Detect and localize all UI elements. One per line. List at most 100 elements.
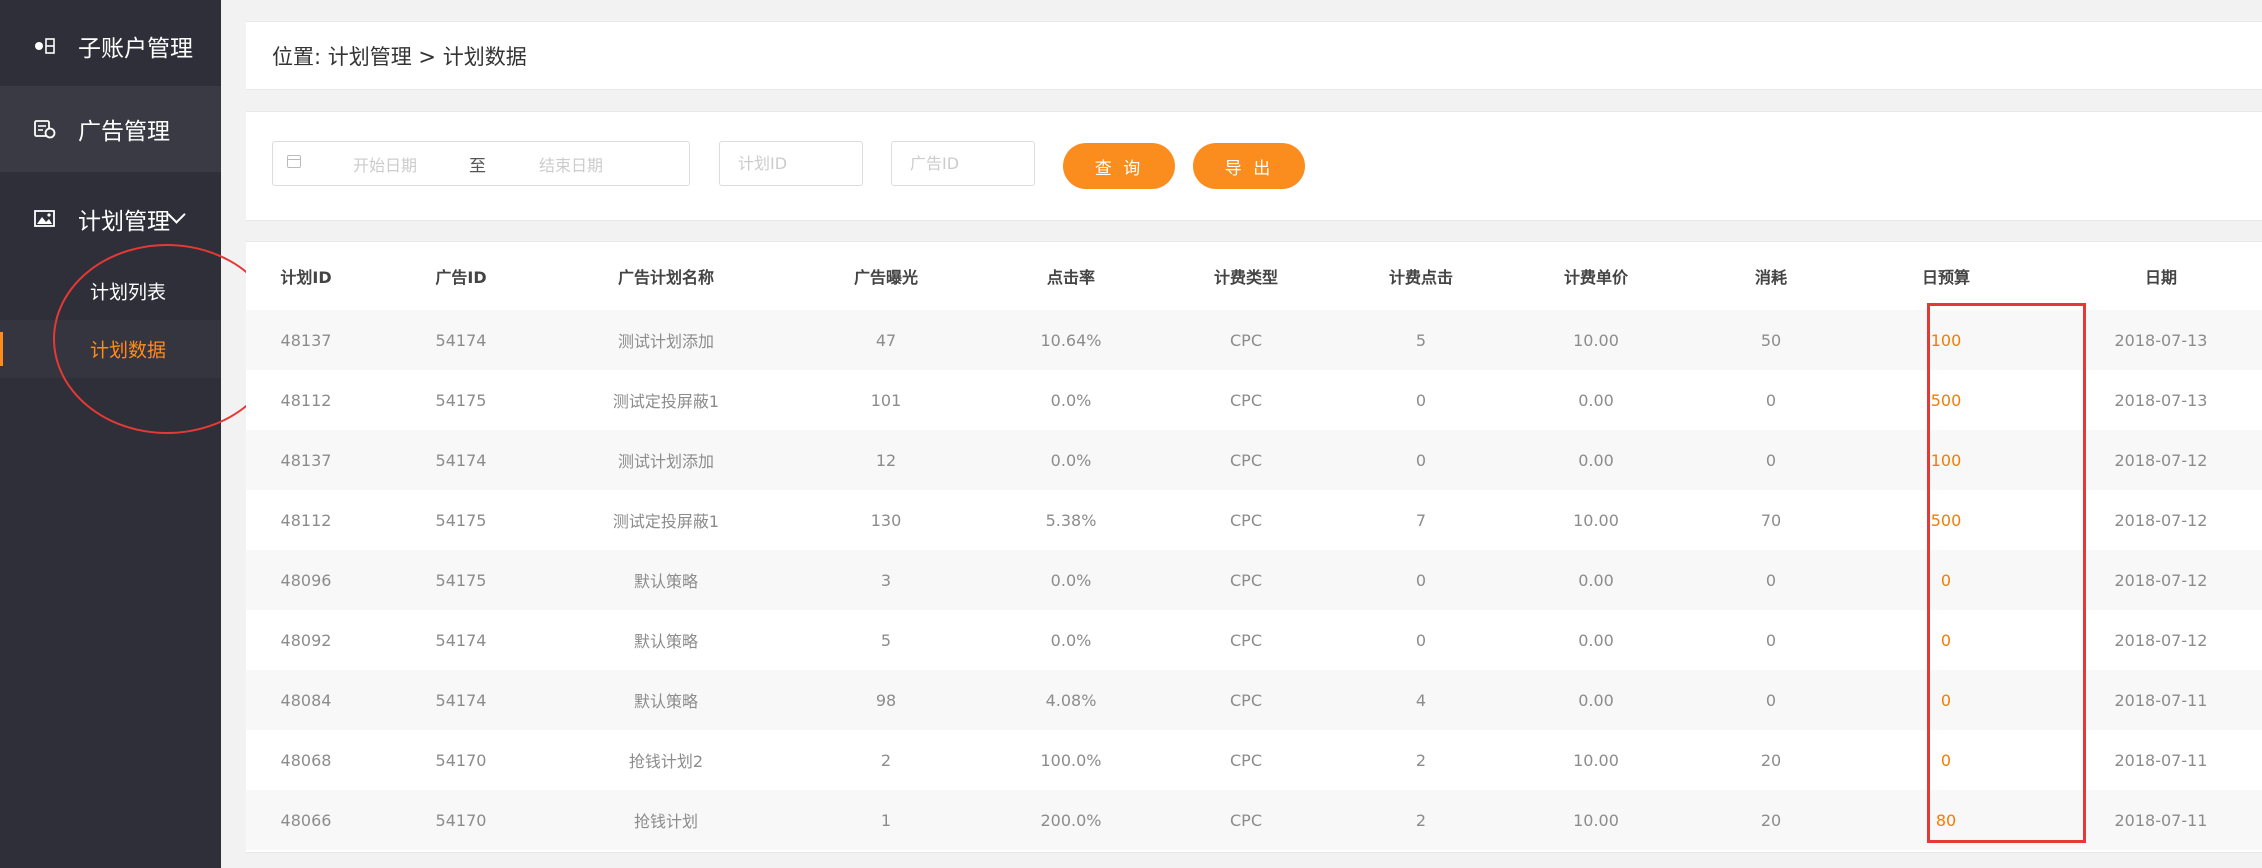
table-cell: 0.00 xyxy=(1578,690,1614,710)
sidebar-item-label: 子账户管理 xyxy=(78,36,193,62)
table-cell: 抢钱计划 xyxy=(633,812,698,831)
table-cell: 2018-07-11 xyxy=(2114,750,2208,770)
table-cell: 500 xyxy=(1930,510,1962,530)
column-header: 计费类型 xyxy=(1213,268,1278,287)
table-cell: 54170 xyxy=(435,810,487,830)
table-cell: 48137 xyxy=(280,450,332,470)
table-cell: 100.0% xyxy=(1040,750,1102,770)
data-table-panel: 计划ID 广告ID 广告计划名称 广告曝光 点击率 计费类型 计费点击 计费单价 消耗 日预算 日期… xyxy=(246,241,2262,853)
table-cell: 48112 xyxy=(280,390,332,410)
table-cell: 0 xyxy=(1415,450,1427,470)
sidebar-subitem-label: 计划列表 xyxy=(90,281,167,304)
table-cell: 0.0% xyxy=(1050,630,1092,650)
table-cell: 54175 xyxy=(435,570,487,590)
start-date-input[interactable]: 开始日期 xyxy=(353,152,417,176)
column-header: 计费单价 xyxy=(1563,268,1628,287)
table-cell: CPC xyxy=(1230,390,1262,410)
table-cell: 0 xyxy=(1940,750,1952,770)
table-cell: 10.00 xyxy=(1573,510,1619,530)
table-cell: 5 xyxy=(1415,330,1427,350)
column-header: 广告曝光 xyxy=(853,268,918,287)
table-row: 48137 54174 测试计划添加 12 0.0% CPC 0 0.00 0 100 2018-0… xyxy=(246,430,2262,490)
table-cell: 130 xyxy=(870,510,902,530)
table-cell: 10.00 xyxy=(1573,750,1619,770)
ad-management-icon xyxy=(34,119,56,139)
table-cell: 0.00 xyxy=(1578,450,1614,470)
table-cell: 48066 xyxy=(280,810,332,830)
table-cell: 0 xyxy=(1415,630,1427,650)
table-cell: 54174 xyxy=(435,330,487,350)
table-row: 48112 54175 测试定投屏蔽1 101 0.0% CPC 0 0.00 0 500 2018… xyxy=(246,370,2262,430)
sidebar-subitem-label: 计划数据 xyxy=(90,339,167,362)
table-cell: 100 xyxy=(1930,330,1962,350)
table-row: 48066 54170 抢钱计划 1 200.0% CPC 2 10.00 20 80 2018-0… xyxy=(246,790,2262,850)
column-header: 广告计划名称 xyxy=(617,268,714,287)
table-cell: 0 xyxy=(1415,570,1427,590)
table-cell: 2018-07-12 xyxy=(2114,510,2208,530)
table-cell: 默认策略 xyxy=(633,572,698,591)
table-cell: 200.0% xyxy=(1040,810,1102,830)
table-cell: CPC xyxy=(1230,570,1262,590)
filter-panel: 开始日期 至 结束日期 查 询 导 出 xyxy=(246,111,2262,221)
column-header: 消耗 xyxy=(1754,268,1787,287)
breadcrumb: 位置: 计划管理 > 计划数据 xyxy=(272,44,527,69)
table-cell: 50 xyxy=(1760,330,1782,350)
table-cell: 默认策略 xyxy=(633,632,698,651)
table-cell: 48137 xyxy=(280,330,332,350)
table-row: 48112 54175 测试定投屏蔽1 130 5.38% CPC 7 10.00 70 500 2… xyxy=(246,490,2262,550)
table-cell: 测试计划添加 xyxy=(617,332,714,351)
table-cell: 0.00 xyxy=(1578,570,1614,590)
table-cell: 100 xyxy=(1930,450,1962,470)
table-cell: 2018-07-12 xyxy=(2114,450,2208,470)
table-cell: 0 xyxy=(1765,390,1777,410)
date-range-picker[interactable]: 开始日期 至 结束日期 xyxy=(272,141,690,186)
table-cell: 测试计划添加 xyxy=(617,452,714,471)
table-cell: 0.0% xyxy=(1050,390,1092,410)
table-cell: 2 xyxy=(880,750,892,770)
plan-id-input[interactable] xyxy=(719,141,863,186)
calendar-icon xyxy=(287,155,301,168)
table-cell: CPC xyxy=(1230,330,1262,350)
table-cell: 54174 xyxy=(435,630,487,650)
date-separator: 至 xyxy=(469,156,486,176)
breadcrumb-panel: 位置: 计划管理 > 计划数据 xyxy=(246,21,2262,90)
table-header-row: 计划ID 广告ID 广告计划名称 广告曝光 点击率 计费类型 计费点击 计费单价 消耗 日预算 日期 xyxy=(246,242,2262,310)
sidebar-subitem-plan-list[interactable]: 计划列表 xyxy=(0,262,221,320)
image-icon xyxy=(34,209,56,229)
table-cell: 默认策略 xyxy=(633,692,698,711)
column-header: 计划ID xyxy=(280,268,332,287)
table-cell: 7 xyxy=(1415,510,1427,530)
sidebar-item-sub-account[interactable]: 子账户管理 xyxy=(0,3,221,89)
table-cell: 0 xyxy=(1765,630,1777,650)
table-cell: 0 xyxy=(1415,390,1427,410)
table-cell: 0 xyxy=(1940,690,1952,710)
export-button[interactable]: 导 出 xyxy=(1193,143,1305,189)
table-cell: 54175 xyxy=(435,510,487,530)
table-cell: 0.0% xyxy=(1050,570,1092,590)
table-cell: 48068 xyxy=(280,750,332,770)
table-cell: 2018-07-13 xyxy=(2114,330,2208,350)
table-row: 48096 54175 默认策略 3 0.0% CPC 0 0.00 0 0 2018-07-12 xyxy=(246,550,2262,610)
table-cell: 2018-07-11 xyxy=(2114,810,2208,830)
table-cell: 54174 xyxy=(435,450,487,470)
table-cell: 500 xyxy=(1930,390,1962,410)
column-header: 日期 xyxy=(2144,268,2177,287)
sidebar-item-plan-management[interactable]: 计划管理 xyxy=(0,176,221,262)
table-cell: 5.38% xyxy=(1045,510,1097,530)
table-cell: 70 xyxy=(1760,510,1782,530)
ad-id-input[interactable] xyxy=(891,141,1035,186)
query-button[interactable]: 查 询 xyxy=(1063,143,1175,189)
table-cell: 0.00 xyxy=(1578,630,1614,650)
table-cell: 测试定投屏蔽1 xyxy=(612,392,720,411)
sub-account-icon xyxy=(34,36,56,56)
table-cell: 48096 xyxy=(280,570,332,590)
sidebar-subitem-plan-data[interactable]: 计划数据 xyxy=(0,320,221,378)
table-cell: 5 xyxy=(880,630,892,650)
table-cell: 2018-07-11 xyxy=(2114,690,2208,710)
end-date-input[interactable]: 结束日期 xyxy=(539,152,603,176)
column-header: 计费点击 xyxy=(1388,268,1453,287)
table-cell: 101 xyxy=(870,390,902,410)
table-cell: 2018-07-12 xyxy=(2114,630,2208,650)
sidebar-item-ad-management[interactable]: 广告管理 xyxy=(0,86,221,172)
table-body: 48137 54174 测试计划添加 47 10.64% CPC 5 10.00 50 100 20… xyxy=(246,310,2262,850)
